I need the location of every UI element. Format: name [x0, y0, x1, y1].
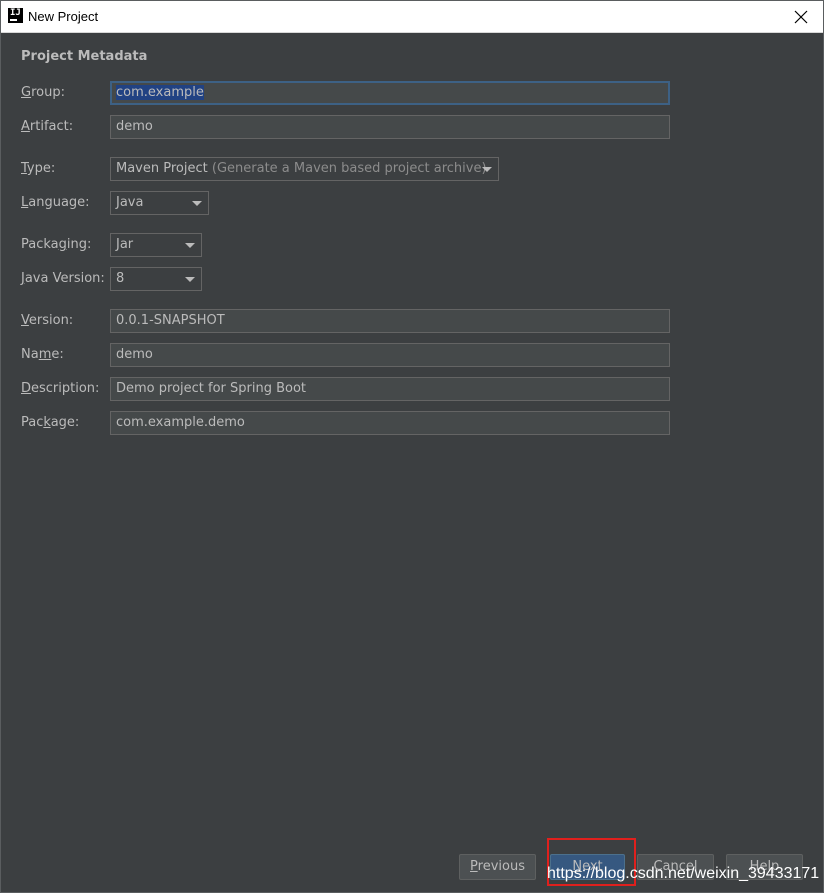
artifact-label: Artifact: — [21, 119, 74, 134]
window-title: New Project — [28, 9, 99, 24]
java-version-label: Java Version: — [21, 271, 105, 286]
type-label: Type: — [21, 161, 56, 176]
close-icon — [794, 10, 808, 24]
title-bar: IJ New Project — [1, 1, 823, 33]
java-version-dropdown[interactable]: 8 — [110, 267, 202, 291]
new-project-dialog: IJ New Project Project Metadata Group: c… — [0, 0, 824, 893]
language-label: Language: — [21, 195, 90, 210]
close-button[interactable] — [791, 7, 811, 27]
group-label: Group: — [21, 85, 65, 100]
name-label: Name: — [21, 347, 64, 362]
group-input[interactable]: com.example — [110, 81, 670, 105]
version-input[interactable]: 0.0.1-SNAPSHOT — [110, 309, 670, 333]
description-label: Description: — [21, 381, 100, 396]
watermark-text: https://blog.csdn.net/weixin_39433171 — [547, 865, 820, 882]
section-title: Project Metadata — [21, 49, 148, 64]
description-input[interactable]: Demo project for Spring Boot — [110, 377, 670, 401]
package-label: Package: — [21, 415, 80, 430]
packaging-label: Packaging: — [21, 237, 92, 252]
intellij-idea-icon: IJ — [8, 8, 23, 23]
artifact-input[interactable]: demo — [110, 115, 670, 139]
name-input[interactable]: demo — [110, 343, 670, 367]
chevron-down-icon — [185, 277, 195, 282]
package-input[interactable]: com.example.demo — [110, 411, 670, 435]
previous-button[interactable]: Previous — [459, 854, 536, 880]
chevron-down-icon — [482, 167, 492, 172]
type-dropdown[interactable]: Maven Project (Generate a Maven based pr… — [110, 157, 499, 181]
chevron-down-icon — [185, 243, 195, 248]
version-label: Version: — [21, 313, 74, 328]
chevron-down-icon — [192, 201, 202, 206]
language-dropdown[interactable]: Java — [110, 191, 209, 215]
packaging-dropdown[interactable]: Jar — [110, 233, 202, 257]
